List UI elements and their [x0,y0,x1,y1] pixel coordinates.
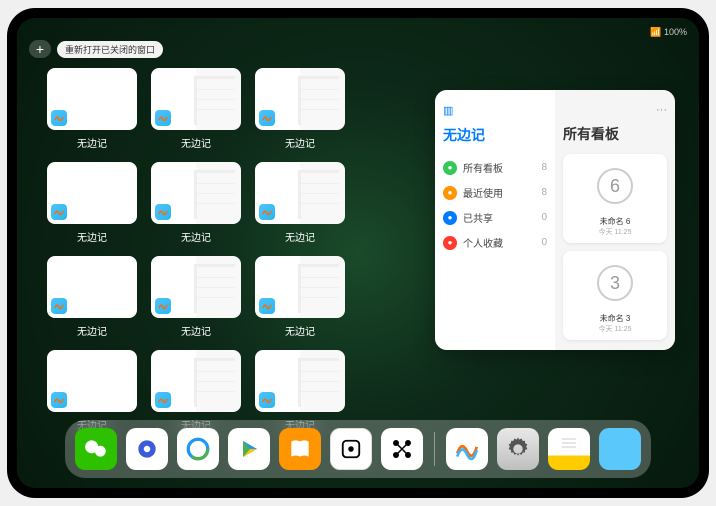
dock-app-dice[interactable] [330,428,372,470]
app-window[interactable]: 无边记 [47,68,137,150]
app-switcher-grid: 无边记无边记无边记无边记无边记无边记无边记无边记无边记无边记无边记无边记 [47,68,449,432]
sidebar-item[interactable]: ● 已共享 0 [443,205,547,230]
board-thumbnail: 6 [569,160,661,212]
dock-app-settings[interactable] [497,428,539,470]
more-icon[interactable]: ··· [656,104,667,116]
window-thumbnail[interactable] [255,350,345,412]
window-label: 无边记 [285,229,315,244]
window-label: 无边记 [285,135,315,150]
dock-app-nodes[interactable] [381,428,423,470]
window-thumbnail[interactable] [255,68,345,130]
freeform-panel[interactable]: ▥ 无边记 ● 所有看板 8 ● 最近使用 8 ● 已共享 0 ● 个人收藏 0 ··· 所有看板 6… [435,90,675,350]
freeform-icon [51,298,67,314]
app-window[interactable]: 无边记 [47,162,137,244]
category-icon: ● [443,236,457,250]
dock-separator [434,432,435,466]
freeform-icon [51,204,67,220]
freeform-icon [155,298,171,314]
wifi-icon: 📶 [650,27,661,37]
sidebar-item[interactable]: ● 所有看板 8 [443,155,547,180]
category-icon: ● [443,211,457,225]
freeform-icon [259,204,275,220]
freeform-icon [51,110,67,126]
app-window[interactable]: 无边记 [255,256,345,338]
category-icon: ● [443,186,457,200]
screen: 📶 100% + 重新打开已关闭的窗口 无边记无边记无边记无边记无边记无边记无边… [17,18,699,488]
reopen-closed-window-button[interactable]: 重新打开已关闭的窗口 [57,41,163,58]
app-window[interactable]: 无边记 [151,68,241,150]
freeform-icon [155,110,171,126]
panel-right-title: 所有看板 [563,124,667,144]
dock [65,420,651,478]
app-window[interactable]: 无边记 [151,162,241,244]
window-thumbnail[interactable] [47,256,137,318]
sidebar-item-count: 8 [541,162,547,173]
window-thumbnail[interactable] [151,350,241,412]
window-label: 无边记 [181,135,211,150]
dock-app-books[interactable] [279,428,321,470]
window-label: 无边记 [285,323,315,338]
board-date: 今天 11:25 [599,227,632,237]
window-thumbnail[interactable] [47,162,137,224]
sidebar-item-label: 已共享 [463,210,493,225]
window-thumbnail[interactable] [47,350,137,412]
window-thumbnail[interactable] [255,162,345,224]
app-window[interactable]: 无边记 [255,68,345,150]
freeform-icon [259,298,275,314]
panel-sidebar: ▥ 无边记 ● 所有看板 8 ● 最近使用 8 ● 已共享 0 ● 个人收藏 0 [435,90,555,350]
window-thumbnail[interactable] [151,256,241,318]
battery-label: 100% [664,27,687,37]
window-thumbnail[interactable] [151,68,241,130]
board-card[interactable]: 6 未命名 6今天 11:25 [563,154,667,243]
freeform-icon [155,204,171,220]
window-label: 无边记 [77,135,107,150]
board-name: 未命名 6 [600,216,631,227]
dock-app-play[interactable] [228,428,270,470]
sidebar-item-count: 8 [541,187,547,198]
window-thumbnail[interactable] [255,256,345,318]
top-controls: + 重新打开已关闭的窗口 [29,40,163,58]
board-name: 未命名 3 [600,313,631,324]
window-label: 无边记 [77,323,107,338]
sidebar-item[interactable]: ● 最近使用 8 [443,180,547,205]
window-label: 无边记 [77,229,107,244]
status-bar: 📶 100% [17,24,699,40]
dock-app-qqbrowser[interactable] [177,428,219,470]
freeform-icon [155,392,171,408]
window-thumbnail[interactable] [151,162,241,224]
ipad-frame: 📶 100% + 重新打开已关闭的窗口 无边记无边记无边记无边记无边记无边记无边… [7,8,709,498]
dock-app-freeform[interactable] [446,428,488,470]
panel-left-title: 无边记 [443,125,547,145]
sidebar-icon[interactable]: ▥ [443,104,453,117]
sidebar-item-count: 0 [541,212,547,223]
window-thumbnail[interactable] [47,68,137,130]
freeform-icon [51,392,67,408]
sidebar-item-count: 0 [541,237,547,248]
dock-app-quark[interactable] [126,428,168,470]
board-digit: 3 [597,265,633,301]
sidebar-item-label: 最近使用 [463,185,503,200]
board-date: 今天 11:25 [599,324,632,334]
app-window[interactable]: 无边记 [255,162,345,244]
app-window[interactable]: 无边记 [151,256,241,338]
board-thumbnail: 3 [569,257,661,309]
window-label: 无边记 [181,323,211,338]
sidebar-item-label: 个人收藏 [463,235,503,250]
dock-app-notes[interactable] [548,428,590,470]
board-digit: 6 [597,168,633,204]
new-window-button[interactable]: + [29,40,51,58]
sidebar-item-label: 所有看板 [463,160,503,175]
sidebar-item[interactable]: ● 个人收藏 0 [443,230,547,255]
status-battery: 📶 100% [650,27,687,38]
freeform-icon [259,392,275,408]
window-label: 无边记 [181,229,211,244]
freeform-icon [259,110,275,126]
dock-app-wechat[interactable] [75,428,117,470]
board-card[interactable]: 3 未命名 3今天 11:25 [563,251,667,340]
panel-content: ··· 所有看板 6未命名 6今天 11:253未命名 3今天 11:25 [555,90,675,350]
app-window[interactable]: 无边记 [47,256,137,338]
category-icon: ● [443,161,457,175]
dock-app-app-library[interactable] [599,428,641,470]
